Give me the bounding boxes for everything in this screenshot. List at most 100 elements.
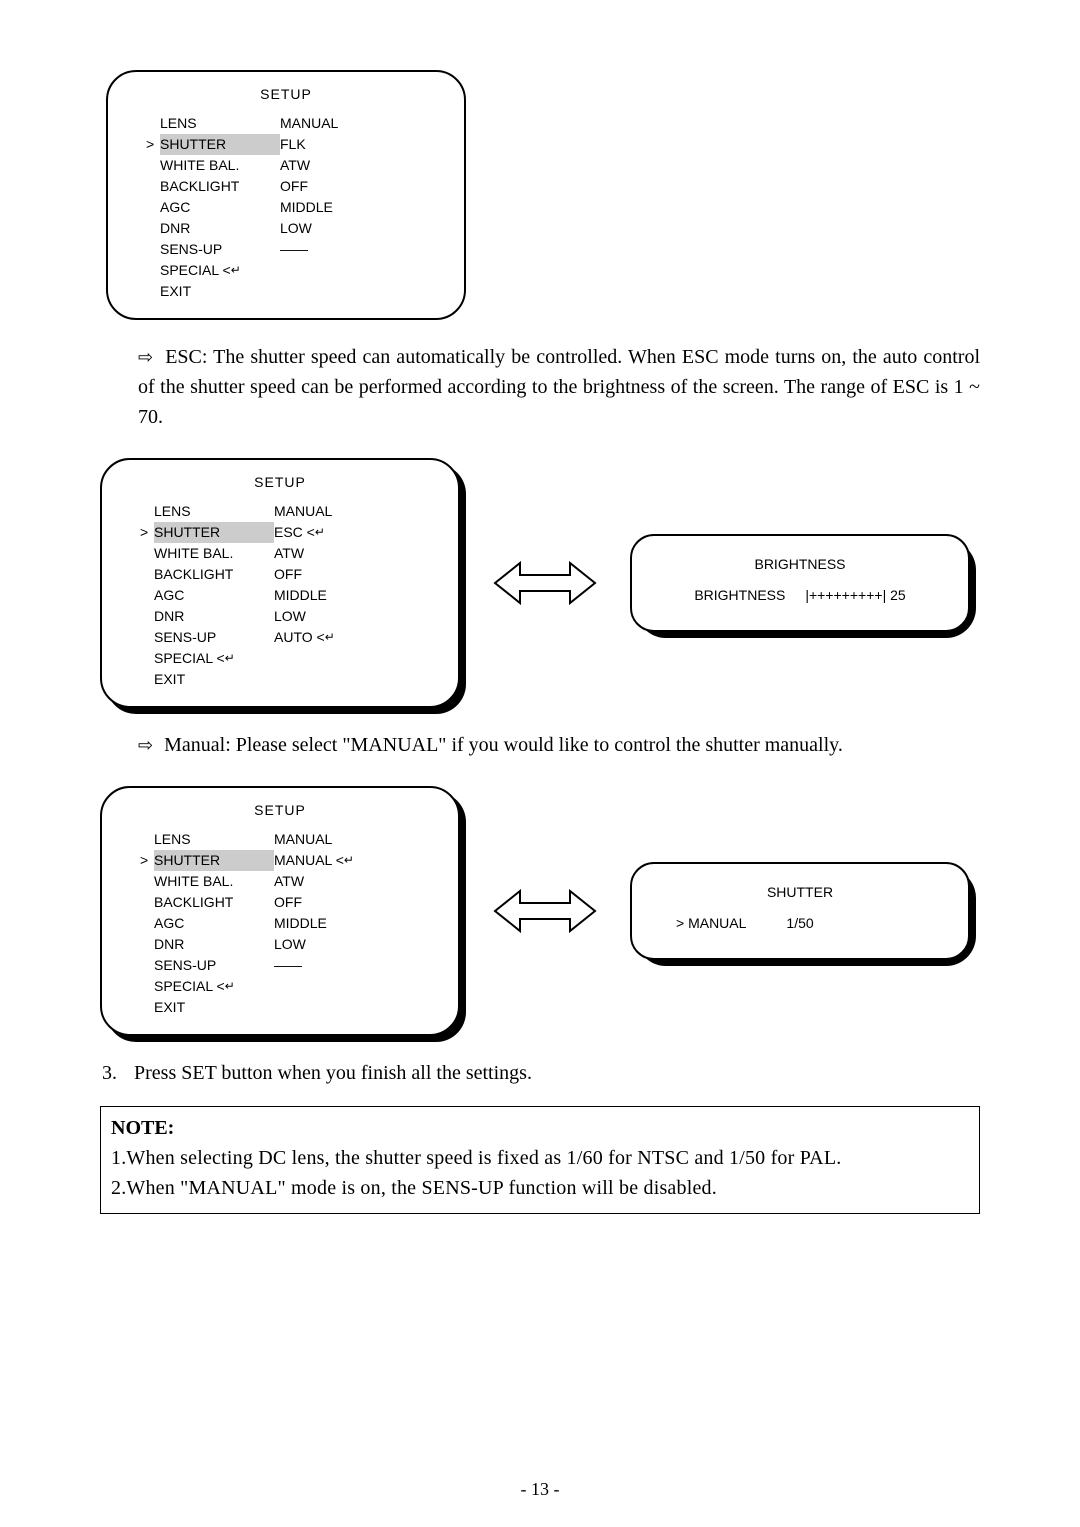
- manual-flow: SETUP LENSMANUAL>SHUTTERMANUAL <WHITE BA…: [100, 786, 980, 1036]
- menu-row-label: SPECIAL <: [154, 976, 274, 997]
- menu-rows: LENSMANUAL>SHUTTERMANUAL <WHITE BAL.ATWB…: [126, 829, 434, 1018]
- brightness-bar: |+++++++++| 25: [805, 585, 905, 606]
- menu-row: EXIT: [126, 669, 434, 690]
- caret-icon: >: [140, 850, 148, 871]
- note-line-2: 2.When "MANUAL" mode is on, the SENS-UP …: [111, 1173, 969, 1203]
- list-item-3: Press SET button when you finish all the…: [122, 1058, 980, 1088]
- shutter-box: SHUTTER > MANUAL 1/50: [630, 862, 970, 960]
- enter-icon: <: [303, 524, 324, 540]
- menu-row: SENS-UP——: [126, 955, 434, 976]
- double-arrow-icon: [490, 881, 600, 941]
- instruction-list: Press SET button when you finish all the…: [100, 1058, 980, 1088]
- enter-icon: <: [219, 262, 240, 278]
- menu-row-value: MIDDLE: [280, 197, 333, 218]
- menu-row-label: LENS: [154, 829, 274, 850]
- menu-row: WHITE BAL.ATW: [126, 871, 434, 892]
- menu-row-value: FLK: [280, 134, 306, 155]
- menu-row-value: MANUAL: [274, 501, 332, 522]
- menu-row-label: EXIT: [154, 997, 274, 1018]
- menu-title: SETUP: [132, 84, 440, 105]
- menu-row-label: LENS: [160, 113, 280, 134]
- enter-icon: <: [332, 852, 353, 868]
- caret-icon: >: [140, 522, 148, 543]
- double-arrow-icon: [490, 553, 600, 613]
- menu-row-label: EXIT: [160, 281, 280, 302]
- menu-row-label: WHITE BAL.: [154, 871, 274, 892]
- menu-row: AGCMIDDLE: [126, 913, 434, 934]
- menu-row-value: LOW: [274, 606, 306, 627]
- menu-row-label: SPECIAL <: [154, 648, 274, 669]
- menu-title: SETUP: [126, 800, 434, 821]
- shutter-title: SHUTTER: [656, 882, 944, 903]
- note-box: NOTE: 1.When selecting DC lens, the shut…: [100, 1106, 980, 1214]
- menu-row-value: ——: [274, 955, 302, 976]
- esc-paragraph: ⇨ ESC: The shutter speed can automatical…: [100, 342, 980, 432]
- menu-row-label: AGC: [160, 197, 280, 218]
- page-number: - 13 -: [0, 1476, 1080, 1503]
- arrow-icon: ⇨: [138, 735, 153, 755]
- menu-row-label: SENS-UP: [154, 955, 274, 976]
- menu-row-value: OFF: [274, 564, 302, 585]
- menu-row-value: LOW: [280, 218, 312, 239]
- esc-text: ESC: The shutter speed can automatically…: [138, 346, 980, 428]
- menu-rows: LENSMANUAL>SHUTTERFLKWHITE BAL.ATWBACKLI…: [132, 113, 440, 302]
- menu-row-value: ATW: [274, 543, 304, 564]
- menu-row: BACKLIGHTOFF: [126, 892, 434, 913]
- menu-box-2: SETUP LENSMANUAL>SHUTTERESC <WHITE BAL.A…: [100, 458, 460, 708]
- menu-row-value: MIDDLE: [274, 585, 327, 606]
- menu-row: WHITE BAL.ATW: [132, 155, 440, 176]
- menu-row-value: OFF: [280, 176, 308, 197]
- note-line-1: 1.When selecting DC lens, the shutter sp…: [111, 1143, 969, 1173]
- menu-row-label: LENS: [154, 501, 274, 522]
- menu-row-label: DNR: [154, 934, 274, 955]
- enter-icon: <: [213, 650, 234, 666]
- menu-row: SENS-UP——: [132, 239, 440, 260]
- menu-row: EXIT: [132, 281, 440, 302]
- menu-row-value: MANUAL: [274, 829, 332, 850]
- shutter-label: > MANUAL: [676, 913, 746, 934]
- menu-row-value: MANUAL <: [274, 850, 353, 871]
- menu-row: SPECIAL <: [126, 648, 434, 669]
- menu-row-label: >SHUTTER: [154, 850, 274, 871]
- menu-row-label: DNR: [160, 218, 280, 239]
- menu-row-label: DNR: [154, 606, 274, 627]
- menu-row: WHITE BAL.ATW: [126, 543, 434, 564]
- menu-row-label: SENS-UP: [160, 239, 280, 260]
- menu-row-label: SPECIAL <: [160, 260, 280, 281]
- menu-rows: LENSMANUAL>SHUTTERESC <WHITE BAL.ATWBACK…: [126, 501, 434, 690]
- brightness-title: BRIGHTNESS: [656, 554, 944, 575]
- menu-row: LENSMANUAL: [126, 501, 434, 522]
- menu-row-value: ATW: [280, 155, 310, 176]
- menu-row-label: SENS-UP: [154, 627, 274, 648]
- menu-row-label: >SHUTTER: [160, 134, 280, 155]
- menu-row-value: ——: [280, 239, 308, 260]
- menu-row-label: BACKLIGHT: [160, 176, 280, 197]
- menu-row: EXIT: [126, 997, 434, 1018]
- menu-row: DNRLOW: [126, 606, 434, 627]
- menu-row-label: EXIT: [154, 669, 274, 690]
- manual-paragraph: ⇨ Manual: Please select "MANUAL" if you …: [100, 730, 980, 760]
- menu-row: LENSMANUAL: [126, 829, 434, 850]
- manual-text: Manual: Please select "MANUAL" if you wo…: [164, 734, 843, 756]
- menu-row: SPECIAL <: [132, 260, 440, 281]
- menu-row-label: BACKLIGHT: [154, 892, 274, 913]
- menu-row: BACKLIGHTOFF: [126, 564, 434, 585]
- menu-row-label: WHITE BAL.: [154, 543, 274, 564]
- menu-row: >SHUTTERESC <: [126, 522, 434, 543]
- menu-row-label: >SHUTTER: [154, 522, 274, 543]
- menu-row-value: LOW: [274, 934, 306, 955]
- caret-icon: >: [146, 134, 154, 155]
- menu-row: LENSMANUAL: [132, 113, 440, 134]
- brightness-label: BRIGHTNESS: [694, 585, 785, 606]
- menu-row-value: ESC <: [274, 522, 324, 543]
- menu-row-label: AGC: [154, 913, 274, 934]
- menu-row-value: MIDDLE: [274, 913, 327, 934]
- enter-icon: <: [313, 629, 334, 645]
- menu-row-value: AUTO <: [274, 627, 334, 648]
- menu-row-value: MANUAL: [280, 113, 338, 134]
- esc-flow: SETUP LENSMANUAL>SHUTTERESC <WHITE BAL.A…: [100, 458, 980, 708]
- menu-row: DNRLOW: [126, 934, 434, 955]
- brightness-box: BRIGHTNESS BRIGHTNESS |+++++++++| 25: [630, 534, 970, 632]
- shutter-value: 1/50: [786, 913, 813, 934]
- menu-row: BACKLIGHTOFF: [132, 176, 440, 197]
